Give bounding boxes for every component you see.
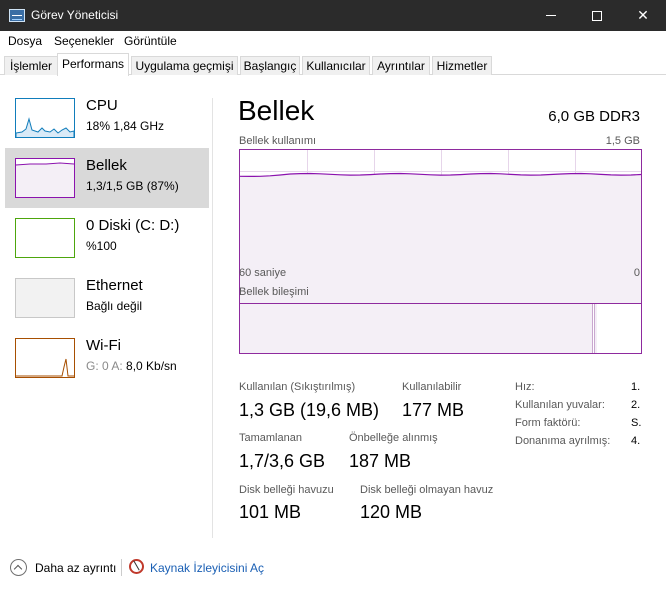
cpu-graph-icon: [15, 98, 75, 138]
sidebar-item-memory[interactable]: Bellek 1,3/1,5 GB (87%): [5, 148, 209, 208]
info-label-slots: Kullanılan yuvalar:: [515, 399, 605, 411]
menu-options[interactable]: Seçenekler: [54, 34, 114, 48]
menu-file[interactable]: Dosya: [8, 34, 42, 48]
info-value-speed: 1.: [631, 381, 641, 393]
stat-label-in-use: Kullanılan (Sıkıştırılmış): [239, 381, 356, 393]
stat-value-in-use: 1,3 GB (19,6 MB): [239, 400, 380, 420]
composition-in-use: [240, 304, 593, 353]
title-bar: Görev Yöneticisi ✕: [0, 0, 666, 31]
memory-composition-bar: [239, 303, 642, 354]
info-value-slots: 2.: [631, 399, 641, 411]
info-label-hardware-reserved: Donanıma ayrılmış:: [515, 435, 611, 447]
stat-value-available: 177 MB: [402, 400, 465, 420]
bottom-bar: Daha az ayrıntı Kaynak İzleyicisini Aç: [0, 551, 666, 585]
composition-label: Bellek bileşimi: [239, 286, 309, 298]
close-icon: ✕: [637, 7, 649, 23]
tab-processes[interactable]: İşlemler: [4, 56, 58, 75]
usage-chart-label: Bellek kullanımı: [239, 135, 317, 147]
memory-spec: 6,0 GB DDR3: [548, 108, 640, 125]
composition-modified: [594, 304, 597, 353]
info-value-hardware-reserved: 4.: [631, 435, 641, 447]
sidebar-item-subtext: 18% 1,84 GHz: [86, 119, 165, 133]
stat-label-paged-pool: Disk belleği havuzu: [239, 484, 334, 496]
sidebar-item-subtext: %100: [86, 239, 117, 253]
window-title: Görev Yöneticisi: [31, 8, 119, 22]
tab-details[interactable]: Ayrıntılar: [372, 56, 430, 75]
task-manager-icon: [9, 9, 25, 22]
stat-value-committed: 1,7/3,6 GB: [239, 451, 326, 471]
sidebar-item-subtext: 1,3/1,5 GB (87%): [86, 179, 179, 193]
tab-startup[interactable]: Başlangıç: [240, 56, 300, 75]
sidebar-item-wifi[interactable]: Wi-Fi G: 0 A: 8,0 Kb/sn: [5, 328, 209, 388]
close-button[interactable]: ✕: [620, 0, 666, 31]
tab-performance[interactable]: Performans: [57, 53, 129, 76]
wifi-throughput: 8,0 Kb/sn: [126, 359, 177, 373]
memory-graph-icon: [15, 158, 75, 198]
tab-users[interactable]: Kullanıcılar: [302, 56, 370, 75]
sidebar-item-label: CPU: [86, 97, 118, 114]
tab-services[interactable]: Hizmetler: [432, 56, 492, 75]
open-resource-monitor-link[interactable]: Kaynak İzleyicisini Aç: [150, 561, 264, 575]
stat-label-available: Kullanılabilir: [402, 381, 462, 393]
performance-content: CPU 18% 1,84 GHz Bellek 1,3/1,5 GB (87%)…: [0, 76, 666, 544]
sidebar-item-label: Ethernet: [86, 277, 143, 294]
maximize-icon: [592, 10, 602, 21]
info-label-form-factor: Form faktörü:: [515, 417, 581, 429]
sidebar-item-label: Wi-Fi: [86, 337, 121, 354]
resource-monitor-icon: [129, 559, 144, 574]
stat-value-cached: 187 MB: [349, 451, 412, 471]
time-axis-end: 0: [633, 267, 640, 279]
chevron-up-icon[interactable]: [10, 559, 27, 576]
stat-label-nonpaged-pool: Disk belleği olmayan havuz: [360, 484, 494, 496]
minimize-icon: [546, 15, 556, 16]
sidebar-item-subtext: Bağlı değil: [86, 299, 143, 313]
page-title: Bellek: [238, 95, 315, 126]
sidebar-item-disk[interactable]: 0 Diski (C: D:) %100: [5, 208, 209, 268]
resource-sidebar: CPU 18% 1,84 GHz Bellek 1,3/1,5 GB (87%)…: [0, 76, 212, 544]
ethernet-graph-icon: [15, 278, 75, 318]
stat-label-committed: Tamamlanan: [239, 432, 302, 444]
time-axis-start: 60 saniye: [239, 267, 287, 279]
minimize-button[interactable]: [528, 0, 574, 31]
menu-bar: Dosya Seçenekler Görüntüle: [0, 31, 666, 51]
stat-value-paged-pool: 101 MB: [239, 502, 302, 522]
tab-strip: İşlemler Performans Uygulama geçmişi Baş…: [0, 53, 666, 76]
sidebar-item-cpu[interactable]: CPU 18% 1,84 GHz: [5, 88, 209, 148]
fewer-details-button[interactable]: Daha az ayrıntı: [35, 561, 116, 575]
sidebar-divider: [212, 98, 213, 538]
sidebar-item-label: 0 Diski (C: D:): [86, 217, 180, 234]
menu-view[interactable]: Görüntüle: [124, 34, 177, 48]
disk-graph-icon: [15, 218, 75, 258]
sidebar-item-label: Bellek: [86, 157, 127, 174]
memory-panel: Bellek 6,0 GB DDR3 Bellek kullanımı 1,5 …: [238, 76, 642, 544]
tab-app-history[interactable]: Uygulama geçmişi: [131, 56, 238, 75]
info-value-form-factor: S.: [631, 417, 642, 429]
usage-chart-max: 1,5 GB: [605, 135, 640, 147]
sidebar-item-subtext: G: 0 A: 8,0 Kb/sn: [86, 359, 177, 373]
wifi-graph-icon: [15, 338, 75, 378]
wifi-send-receive-label: G: 0 A:: [86, 359, 127, 373]
sidebar-item-ethernet[interactable]: Ethernet Bağlı değil: [5, 268, 209, 328]
stat-value-nonpaged-pool: 120 MB: [360, 502, 423, 522]
stat-label-cached: Önbelleğe alınmış: [349, 432, 438, 444]
info-label-speed: Hız:: [515, 381, 535, 393]
maximize-button[interactable]: [574, 0, 620, 31]
bottom-separator: [121, 559, 122, 576]
